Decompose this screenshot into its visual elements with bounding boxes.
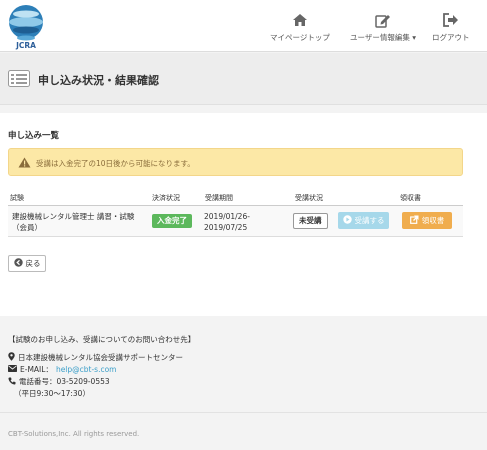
caret-down-icon: ▾ xyxy=(409,33,417,42)
payment-status-badge: 入金完了 xyxy=(152,214,192,228)
header: JCRA マイページトップ ユーザー情報編集 ▾ ログアウト xyxy=(0,0,487,52)
alert-message: 受講は入金完了の10日後から可能になります。 xyxy=(36,159,195,168)
list-icon xyxy=(8,70,30,89)
nav-user-edit[interactable]: ユーザー情報編集 ▾ xyxy=(350,12,416,43)
business-hours: （平日9:30〜17:30） xyxy=(14,389,90,398)
exam-name: 建設機械レンタル管理士 講習・試験（会員） xyxy=(12,212,135,232)
nav-user-edit-label: ユーザー情報編集 ▾ xyxy=(350,33,417,42)
main-panel: 申し込み一覧 受講は入金完了の10日後から可能になります。 試験 決済状況 受講… xyxy=(0,113,487,316)
attend-status-badge: 未受講 xyxy=(293,213,328,229)
col-header-attend-status: 受講状況 xyxy=(295,194,323,202)
nav-logout[interactable]: ログアウト xyxy=(432,12,470,43)
table-row: 建設機械レンタル管理士 講習・試験（会員） 入金完了 2019/01/26- 2… xyxy=(8,206,463,237)
map-marker-icon xyxy=(8,352,15,363)
contact-phone: 電話番号：03-5209-0553 xyxy=(8,376,110,387)
email-link[interactable]: help@cbt-s.com xyxy=(56,365,117,374)
page-title: 申し込み状況・結果確認 xyxy=(38,74,159,87)
external-link-icon xyxy=(409,215,419,226)
footer-divider xyxy=(0,412,487,413)
contact-org: 日本建設機械レンタル協会受講サポートセンター xyxy=(8,352,183,363)
col-header-exam: 試験 xyxy=(10,194,24,202)
period-start: 2019/01/26- xyxy=(204,212,250,221)
receipt-button[interactable]: 領収書 xyxy=(402,212,452,229)
section-title: 申し込み一覧 xyxy=(8,131,60,141)
nav-logout-label: ログアウト xyxy=(432,33,470,42)
receipt-button-label: 領収書 xyxy=(421,216,445,225)
contact-email: E-MAIL： help@cbt-s.com xyxy=(8,364,117,375)
edit-icon xyxy=(375,12,391,28)
col-header-receipt: 領収書 xyxy=(400,194,421,202)
email-label: E-MAIL： xyxy=(20,365,53,374)
attend-button[interactable]: 受講する xyxy=(338,212,389,229)
copyright: CBT-Solutions,Inc. All rights reserved. xyxy=(8,430,140,438)
phone-number: 電話番号：03-5209-0553 xyxy=(19,377,110,386)
nav-mypage[interactable]: マイページトップ xyxy=(270,12,330,43)
col-header-payment: 決済状況 xyxy=(152,194,180,202)
back-button-label: 戻る xyxy=(25,259,41,268)
attend-period: 2019/01/26- 2019/07/25 xyxy=(204,211,250,233)
warning-icon xyxy=(18,157,31,170)
title-bar: 申し込み状況・結果確認 xyxy=(0,53,487,105)
col-header-period: 受講期間 xyxy=(205,194,233,202)
play-circle-icon xyxy=(342,215,352,226)
jcra-logo[interactable]: JCRA xyxy=(6,2,46,50)
phone-icon xyxy=(8,377,16,387)
org-name: 日本建設機械レンタル協会受講サポートセンター xyxy=(18,353,183,362)
back-arrow-icon xyxy=(13,258,23,269)
envelope-icon xyxy=(8,365,17,374)
period-end: 2019/07/25 xyxy=(204,223,248,232)
logout-icon xyxy=(442,12,459,28)
info-alert: 受講は入金完了の10日後から可能になります。 xyxy=(8,148,463,176)
home-icon xyxy=(292,12,308,28)
back-button[interactable]: 戻る xyxy=(8,255,46,272)
contact-title: 【試験のお申し込み、受講についてのお問い合わせ先】 xyxy=(8,335,196,344)
svg-text:JCRA: JCRA xyxy=(15,41,36,50)
nav-mypage-label: マイページトップ xyxy=(270,33,330,42)
attend-button-label: 受講する xyxy=(354,216,385,225)
